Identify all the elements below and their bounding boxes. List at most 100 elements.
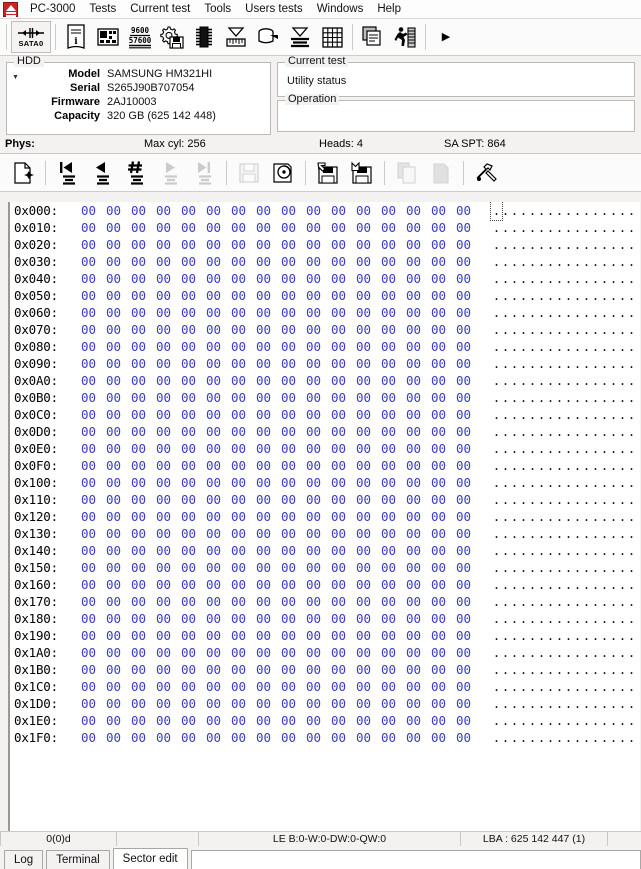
hex-byte-cell[interactable]: 00 — [126, 338, 151, 355]
toolbar-overflow-button[interactable]: ▶ — [430, 21, 462, 53]
ascii-cell[interactable]: . — [618, 253, 627, 270]
hex-byte-cell[interactable]: 00 — [101, 627, 126, 644]
hex-byte-cell[interactable]: 00 — [426, 542, 451, 559]
hex-byte-cell[interactable]: 00 — [226, 355, 251, 372]
ascii-cell[interactable]: . — [519, 389, 528, 406]
hex-byte-cell[interactable]: 00 — [76, 219, 101, 236]
ascii-cell[interactable]: . — [492, 661, 501, 678]
hex-byte-cell[interactable]: 00 — [326, 440, 351, 457]
ascii-cell[interactable]: . — [582, 729, 591, 746]
hex-byte-cell[interactable]: 00 — [401, 457, 426, 474]
hex-byte-cell[interactable]: 00 — [276, 389, 301, 406]
ascii-cell[interactable]: . — [573, 287, 582, 304]
hex-byte-cell[interactable]: 00 — [176, 338, 201, 355]
hex-byte-cell[interactable]: 00 — [176, 576, 201, 593]
disk-operations-button[interactable] — [252, 21, 284, 53]
ascii-cell[interactable]: . — [564, 576, 573, 593]
hex-byte-cell[interactable]: 00 — [251, 525, 276, 542]
hex-byte-cell[interactable]: 00 — [101, 491, 126, 508]
hex-row[interactable]: 0x0D0: 00 00 00 00 00 00 00 00 00 00 00 00 00 00 00 00..… — [10, 423, 640, 440]
hex-byte-cell[interactable]: 00 — [126, 525, 151, 542]
hex-row[interactable]: 0x1F0: 00 00 00 00 00 00 00 00 00 00 00 00 00 00 00 00..… — [10, 729, 640, 746]
ascii-cell[interactable]: . — [573, 695, 582, 712]
hex-byte-cell[interactable]: 00 — [401, 202, 426, 219]
hex-row[interactable]: 0x0A0: 00 00 00 00 00 00 00 00 00 00 00 00 00 00 00 00..… — [10, 372, 640, 389]
hex-byte-cell[interactable]: 00 — [76, 474, 101, 491]
ascii-cell[interactable]: . — [573, 355, 582, 372]
hex-byte-group[interactable]: 00 00 00 00 00 00 00 00 00 00 00 00 00 00 00 00 — [76, 338, 476, 355]
ascii-cell[interactable]: . — [528, 610, 537, 627]
ascii-cell[interactable]: . — [600, 321, 609, 338]
hex-byte-cell[interactable]: 00 — [226, 661, 251, 678]
hex-byte-cell[interactable]: 00 — [451, 372, 476, 389]
ascii-group[interactable]: ................ — [492, 474, 636, 491]
hex-row[interactable]: 0x180: 00 00 00 00 00 00 00 00 00 00 00 00 00 00 00 00..… — [10, 610, 640, 627]
hex-byte-cell[interactable]: 00 — [451, 695, 476, 712]
hex-byte-cell[interactable]: 00 — [276, 236, 301, 253]
ascii-cell[interactable]: . — [582, 678, 591, 695]
ascii-cell[interactable]: . — [546, 508, 555, 525]
hex-byte-cell[interactable]: 00 — [276, 304, 301, 321]
hex-byte-cell[interactable]: 00 — [176, 457, 201, 474]
ascii-cell[interactable]: . — [501, 508, 510, 525]
ascii-cell[interactable]: . — [510, 627, 519, 644]
ascii-cell[interactable]: . — [510, 644, 519, 661]
hex-byte-cell[interactable]: 00 — [426, 287, 451, 304]
hex-byte-cell[interactable]: 00 — [401, 661, 426, 678]
ascii-cell[interactable]: . — [501, 661, 510, 678]
ascii-cell[interactable]: . — [528, 491, 537, 508]
ascii-cell[interactable]: . — [519, 695, 528, 712]
hex-byte-cell[interactable]: 00 — [226, 423, 251, 440]
hex-row[interactable]: 0x000: 00 00 00 00 00 00 00 00 00 00 00 00 00 00 00 00..… — [10, 202, 640, 221]
hex-byte-cell[interactable]: 00 — [201, 508, 226, 525]
ascii-cell[interactable]: . — [564, 525, 573, 542]
hex-byte-cell[interactable]: 00 — [326, 576, 351, 593]
ascii-cell[interactable]: . — [600, 440, 609, 457]
hex-byte-cell[interactable]: 00 — [351, 270, 376, 287]
hex-byte-cell[interactable]: 00 — [251, 729, 276, 746]
hex-byte-cell[interactable]: 00 — [276, 219, 301, 236]
hex-byte-cell[interactable]: 00 — [401, 236, 426, 253]
ascii-cell[interactable]: . — [627, 338, 636, 355]
ascii-cell[interactable]: . — [501, 627, 510, 644]
ascii-cell[interactable]: . — [510, 389, 519, 406]
hex-byte-cell[interactable]: 00 — [326, 644, 351, 661]
ascii-cell[interactable]: . — [618, 644, 627, 661]
ascii-cell[interactable]: . — [591, 321, 600, 338]
hex-byte-cell[interactable]: 00 — [226, 508, 251, 525]
ascii-cell[interactable]: . — [510, 406, 519, 423]
ascii-cell[interactable]: . — [591, 423, 600, 440]
hex-byte-cell[interactable]: 00 — [251, 712, 276, 729]
hex-byte-cell[interactable]: 00 — [426, 627, 451, 644]
ascii-cell[interactable]: . — [591, 542, 600, 559]
ascii-cell[interactable]: . — [546, 678, 555, 695]
hex-row[interactable]: 0x160: 00 00 00 00 00 00 00 00 00 00 00 00 00 00 00 00..… — [10, 576, 640, 593]
ascii-cell[interactable]: . — [609, 610, 618, 627]
ascii-cell[interactable]: . — [501, 695, 510, 712]
hex-byte-cell[interactable]: 00 — [326, 202, 351, 219]
hex-byte-cell[interactable]: 00 — [301, 457, 326, 474]
ascii-cell[interactable]: . — [501, 219, 510, 236]
ascii-cell[interactable]: . — [627, 372, 636, 389]
hex-byte-cell[interactable]: 00 — [226, 474, 251, 491]
ascii-cell[interactable]: . — [564, 321, 573, 338]
hex-byte-cell[interactable]: 00 — [226, 202, 251, 219]
hex-byte-cell[interactable]: 00 — [326, 355, 351, 372]
ascii-group[interactable]: ................ — [492, 661, 636, 678]
hex-byte-cell[interactable]: 00 — [176, 661, 201, 678]
ascii-group[interactable]: ................ — [492, 695, 636, 712]
hex-byte-cell[interactable]: 00 — [151, 304, 176, 321]
ascii-cell[interactable]: . — [564, 270, 573, 287]
hex-byte-cell[interactable]: 00 — [351, 678, 376, 695]
ascii-cell[interactable]: . — [582, 644, 591, 661]
ascii-cell[interactable]: . — [618, 712, 627, 729]
ascii-cell[interactable]: . — [573, 729, 582, 746]
ascii-group[interactable]: ................ — [492, 440, 636, 457]
hex-byte-cell[interactable]: 00 — [426, 474, 451, 491]
hex-byte-cell[interactable]: 00 — [251, 576, 276, 593]
hex-byte-cell[interactable]: 00 — [401, 491, 426, 508]
hex-byte-cell[interactable]: 00 — [326, 627, 351, 644]
hex-row[interactable]: 0x0C0: 00 00 00 00 00 00 00 00 00 00 00 00 00 00 00 00..… — [10, 406, 640, 423]
hex-byte-cell[interactable]: 00 — [351, 202, 376, 219]
hex-byte-cell[interactable]: 00 — [301, 440, 326, 457]
